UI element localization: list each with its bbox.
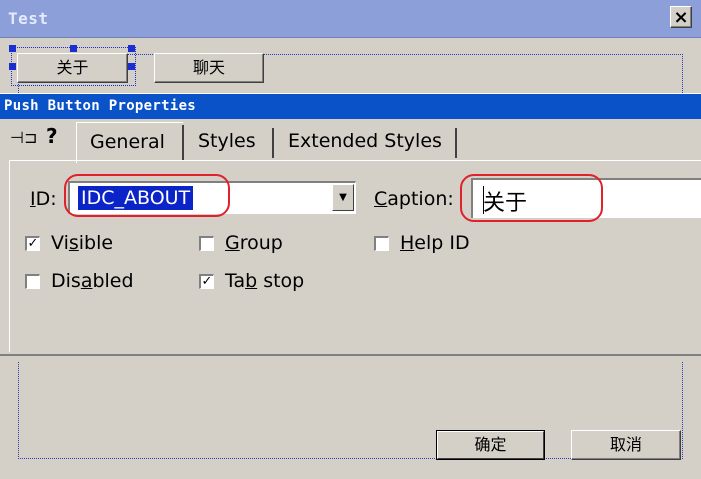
chat-button[interactable]: 聊天 (154, 53, 264, 83)
visible-label: Visible (51, 232, 114, 254)
about-button[interactable]: 关于 (17, 53, 128, 83)
tab-separator (182, 125, 184, 160)
selection-handle[interactable] (128, 63, 135, 70)
disabled-label: Disabled (51, 270, 134, 292)
cancel-button[interactable]: 取消 (571, 430, 681, 460)
check-icon: ✓ (201, 274, 213, 289)
id-label: ID: (30, 188, 57, 210)
tab-separator (455, 128, 457, 158)
tab-styles[interactable]: Styles (188, 124, 256, 160)
help-id-checkbox[interactable] (374, 236, 389, 251)
visible-checkbox[interactable]: ✓ (25, 236, 40, 251)
chat-button-label: 聊天 (192, 58, 225, 77)
group-checkbox[interactable] (199, 236, 214, 251)
highlight-ring-id (64, 174, 230, 217)
help-id-label: Help ID (400, 232, 470, 254)
highlight-ring-caption (460, 174, 603, 222)
disabled-checkbox[interactable] (25, 274, 40, 289)
ok-button-label: 确定 (474, 435, 507, 454)
selection-handle[interactable] (128, 45, 135, 52)
caption-label: Caption: (374, 188, 454, 210)
tab-general[interactable]: General (76, 122, 183, 163)
tab-panel-left-edge (9, 160, 10, 352)
dropdown-button[interactable]: ▼ (332, 184, 354, 211)
selection-handle[interactable] (9, 63, 16, 70)
help-icon[interactable]: ? (46, 124, 58, 148)
cancel-button-label: 取消 (609, 435, 642, 454)
tab-panel-border (9, 160, 701, 161)
about-button-label: 关于 (56, 58, 89, 77)
ok-button[interactable]: 确定 (436, 430, 545, 460)
tab-separator (272, 128, 274, 158)
close-icon: × (673, 7, 689, 28)
selection-handle[interactable] (70, 45, 77, 52)
close-button[interactable]: × (670, 6, 692, 28)
chevron-down-icon: ▼ (339, 192, 347, 203)
check-icon: ✓ (27, 236, 39, 251)
pin-icon[interactable]: ⊣⊐ (10, 128, 37, 147)
selection-handle[interactable] (9, 45, 16, 52)
properties-title: Push Button Properties (4, 98, 197, 114)
properties-title-bar[interactable]: Push Button Properties (0, 93, 701, 119)
tab-stop-label: Tab stop (225, 270, 305, 292)
tab-extended-styles-label: Extended Styles (288, 130, 442, 152)
group-label: Group (225, 232, 283, 254)
tab-extended-styles[interactable]: Extended Styles (278, 124, 442, 160)
dialog-title-bar[interactable]: Test × (0, 0, 701, 38)
tab-styles-label: Styles (198, 130, 256, 152)
dialog-title: Test (8, 9, 49, 28)
tab-general-label: General (90, 131, 165, 153)
tab-stop-checkbox[interactable]: ✓ (199, 274, 214, 289)
